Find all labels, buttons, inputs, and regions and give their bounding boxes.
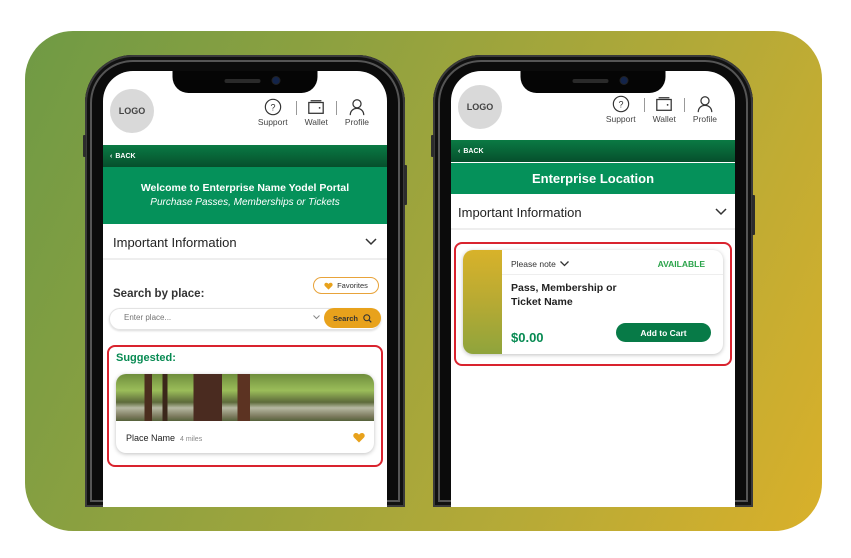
search-button-label: Search: [332, 313, 359, 323]
divider: [502, 274, 723, 275]
wallet-icon: [656, 97, 673, 111]
nav-wallet[interactable]: Wallet: [645, 95, 684, 124]
availability-badge: AVAILABLE: [657, 259, 705, 269]
nav-support[interactable]: ? Support: [598, 95, 644, 124]
back-button[interactable]: ‹ BACK: [451, 140, 735, 162]
nav-profile-label: Profile: [692, 114, 717, 124]
back-button[interactable]: ‹ BACK: [103, 145, 387, 167]
pass-card: Please note AVAILABLE Pass, Membership o…: [463, 250, 723, 354]
nav-support-label: Support: [257, 117, 288, 127]
camera: [272, 77, 280, 84]
search-button[interactable]: Search: [324, 308, 381, 328]
chevron-down-icon: [365, 238, 377, 246]
important-info-toggle[interactable]: Important Information: [103, 226, 387, 260]
svg-text:?: ?: [618, 100, 623, 110]
welcome-banner: Welcome to Enterprise Name Yodel Portal …: [103, 167, 387, 224]
phone-side-button: [404, 165, 407, 205]
pass-color-bar: [463, 250, 502, 354]
important-info-toggle[interactable]: Important Information: [451, 196, 735, 230]
place-name: Place Name: [126, 433, 176, 443]
place-photo: [116, 374, 374, 421]
camera: [620, 77, 628, 84]
back-label: BACK: [115, 152, 136, 160]
logo: LOGO: [110, 89, 154, 133]
nav-profile[interactable]: Profile: [685, 95, 725, 124]
nav-profile-label: Profile: [344, 117, 369, 127]
favorites-button[interactable]: Favorites: [313, 277, 379, 294]
place-card[interactable]: Place Name 4 miles: [116, 374, 374, 453]
welcome-subtitle: Purchase Passes, Memberships or Tickets: [150, 197, 340, 208]
location-title: Enterprise Location: [531, 171, 655, 186]
place-info: Place Name 4 miles: [126, 433, 202, 443]
suggested-section: Suggested: Place Name 4 miles: [107, 345, 383, 467]
dropdown-chevron-icon[interactable]: [313, 315, 320, 320]
phone-notch: [172, 71, 318, 93]
phone-screen-right: LOGO ? Support Wallet Profile ‹ BACK Ent…: [451, 71, 735, 507]
place-distance: 4 miles: [180, 436, 203, 443]
header-nav: ? Support Wallet Profile: [250, 98, 377, 127]
heart-icon[interactable]: [353, 432, 365, 443]
chevron-left-icon: ‹: [458, 147, 461, 155]
please-note-label: Please note: [511, 259, 556, 269]
chevron-left-icon: ‹: [110, 152, 113, 160]
important-info-label: Important Information: [458, 204, 582, 220]
search-icon: [363, 313, 372, 323]
logo: LOGO: [458, 85, 502, 129]
pass-name: Pass, Membership or Ticket Name: [511, 282, 617, 308]
favorites-label: Favorites: [337, 281, 368, 290]
phone-side-button: [83, 135, 86, 157]
question-circle-icon: ?: [612, 95, 629, 113]
question-circle-icon: ?: [264, 98, 281, 116]
speaker: [224, 79, 261, 83]
chevron-down-icon: [559, 261, 569, 267]
important-info-label: Important Information: [113, 234, 237, 250]
please-note-toggle[interactable]: Please note: [511, 259, 569, 269]
back-label: BACK: [463, 147, 484, 155]
location-title-banner: Enterprise Location: [451, 163, 735, 194]
suggested-label: Suggested:: [116, 352, 176, 364]
phone-side-button: [431, 135, 434, 157]
user-icon: [349, 99, 365, 116]
search-input[interactable]: [122, 312, 296, 323]
phone-notch: [520, 71, 666, 93]
welcome-title: Welcome to Enterprise Name Yodel Portal: [140, 182, 350, 194]
search-bar: Search: [109, 308, 381, 330]
phone-screen-left: LOGO ? Support Wallet Profile ‹ BACK Wel…: [103, 71, 387, 507]
nav-wallet[interactable]: Wallet: [297, 98, 336, 127]
nav-wallet-label: Wallet: [652, 114, 676, 124]
nav-support[interactable]: ? Support: [250, 98, 296, 127]
search-label: Search by place:: [113, 288, 205, 300]
svg-text:?: ?: [270, 103, 275, 113]
phone-frame-left: LOGO ? Support Wallet Profile ‹ BACK Wel…: [83, 55, 407, 507]
pass-price: $0.00: [511, 330, 544, 345]
nav-support-label: Support: [605, 114, 636, 124]
heart-icon: [324, 282, 333, 290]
header-nav: ? Support Wallet Profile: [598, 95, 725, 124]
phone-frame-right: LOGO ? Support Wallet Profile ‹ BACK Ent…: [431, 55, 755, 507]
add-to-cart-button[interactable]: Add to Cart: [616, 323, 711, 342]
nav-profile[interactable]: Profile: [337, 98, 377, 127]
pass-section: Please note AVAILABLE Pass, Membership o…: [454, 242, 732, 366]
wallet-icon: [308, 100, 325, 114]
chevron-down-icon: [715, 208, 727, 216]
user-icon: [697, 96, 713, 113]
phone-side-button: [752, 195, 755, 235]
nav-wallet-label: Wallet: [304, 117, 328, 127]
speaker: [572, 79, 609, 83]
